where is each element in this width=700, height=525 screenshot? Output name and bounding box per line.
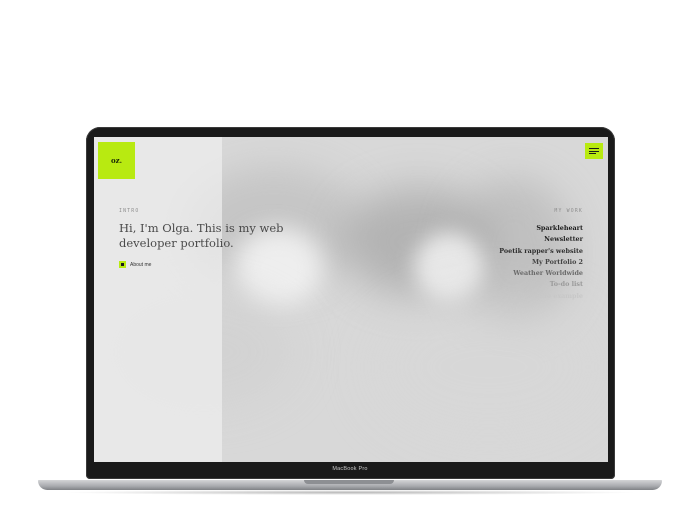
work-item-to-do-list[interactable]: To-do list xyxy=(464,279,583,290)
my-work-label: MY WORK xyxy=(554,209,583,214)
hamburger-icon xyxy=(589,153,596,154)
menu-button[interactable] xyxy=(585,143,603,159)
work-item-weather-worldwide[interactable]: Weather Worldwide xyxy=(464,268,583,279)
hamburger-icon xyxy=(589,148,599,149)
hamburger-icon xyxy=(589,150,599,152)
device-model-label: MacBook Pro xyxy=(332,466,368,472)
work-item-portfolio-example[interactable]: Portfolio example xyxy=(464,291,583,302)
about-me-label: About me xyxy=(130,261,152,268)
laptop-notch xyxy=(304,480,394,484)
work-item-newsletter[interactable]: Newsletter xyxy=(464,234,583,245)
work-item-poetik-rapper[interactable]: Poetik rapper's website xyxy=(464,246,583,257)
work-list: Sparkleheart Newsletter Poetik rapper's … xyxy=(464,223,583,302)
square-icon xyxy=(119,261,126,268)
left-panel xyxy=(94,137,222,462)
page-title: Hi, I'm Olga. This is my web developer p… xyxy=(119,221,284,250)
background-blur xyxy=(374,297,604,437)
site-logo[interactable]: oz. xyxy=(98,142,135,179)
work-item-sparkleheart[interactable]: Sparkleheart xyxy=(464,223,583,234)
laptop-screen: oz. INTRO Hi, I'm Olga. This is my web d… xyxy=(94,137,608,462)
about-me-link[interactable]: About me xyxy=(119,261,151,268)
intro-label: INTRO xyxy=(119,209,140,214)
work-item-my-portfolio-2[interactable]: My Portfolio 2 xyxy=(464,257,583,268)
laptop-shadow xyxy=(60,490,640,495)
